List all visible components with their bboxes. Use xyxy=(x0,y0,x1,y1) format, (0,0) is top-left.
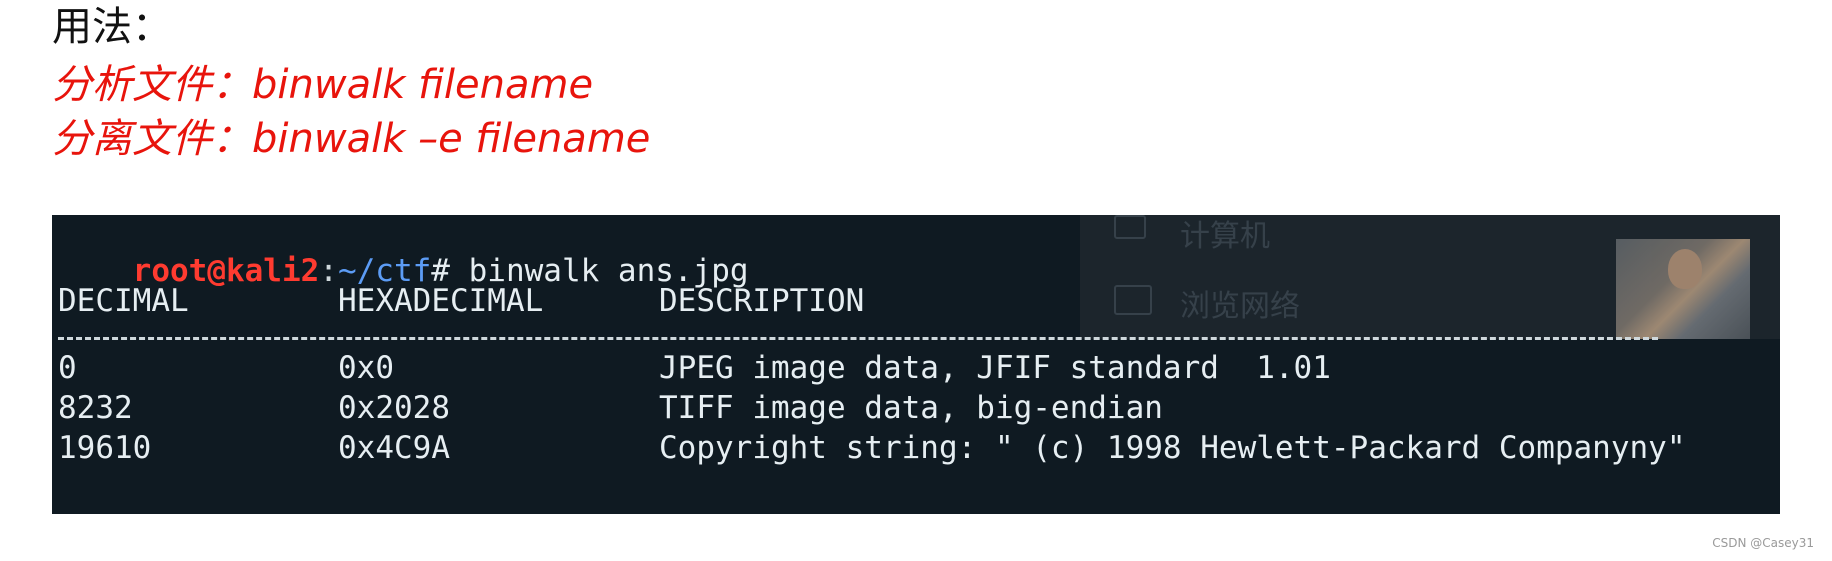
header-description: DESCRIPTION xyxy=(659,283,865,319)
terminal-window: 计算机 浏览网络 root@kali2:~/ctf# binwalk ans.j… xyxy=(52,215,1780,514)
row-3-hex: 0x4C9A xyxy=(338,430,450,466)
header-decimal: DECIMAL xyxy=(58,283,189,319)
ghost-thumbnail-image xyxy=(1616,239,1750,339)
row-2-description: TIFF image data, big-endian xyxy=(659,390,1163,426)
row-3-description: Copyright string: " (c) 1998 Hewlett-Pac… xyxy=(659,430,1686,466)
header-hexadecimal: HEXADECIMAL xyxy=(338,283,544,319)
watermark-credit: CSDN @Casey31 xyxy=(1712,536,1814,550)
separator-dashes xyxy=(58,337,1658,340)
heading: 用法： xyxy=(52,4,172,50)
row-1-hex: 0x0 xyxy=(338,350,394,386)
ghost-item-network: 浏览网络 xyxy=(1180,289,1300,324)
row-1-description: JPEG image data, JFIF standard 1.01 xyxy=(659,350,1331,386)
row-1-decimal: 0 xyxy=(58,350,77,386)
row-2-hex: 0x2028 xyxy=(338,390,450,426)
row-2-decimal: 8232 xyxy=(58,390,133,426)
row-3-decimal: 19610 xyxy=(58,430,152,466)
ghost-item-computer: 计算机 xyxy=(1180,219,1270,254)
usage-analyze-line: 分析文件：binwalk filename xyxy=(52,62,594,108)
usage-extract-line: 分离文件：binwalk –e filename xyxy=(52,116,651,162)
computer-icon xyxy=(1114,215,1146,239)
prompt-colon: : xyxy=(319,253,338,289)
network-icon xyxy=(1114,285,1152,315)
